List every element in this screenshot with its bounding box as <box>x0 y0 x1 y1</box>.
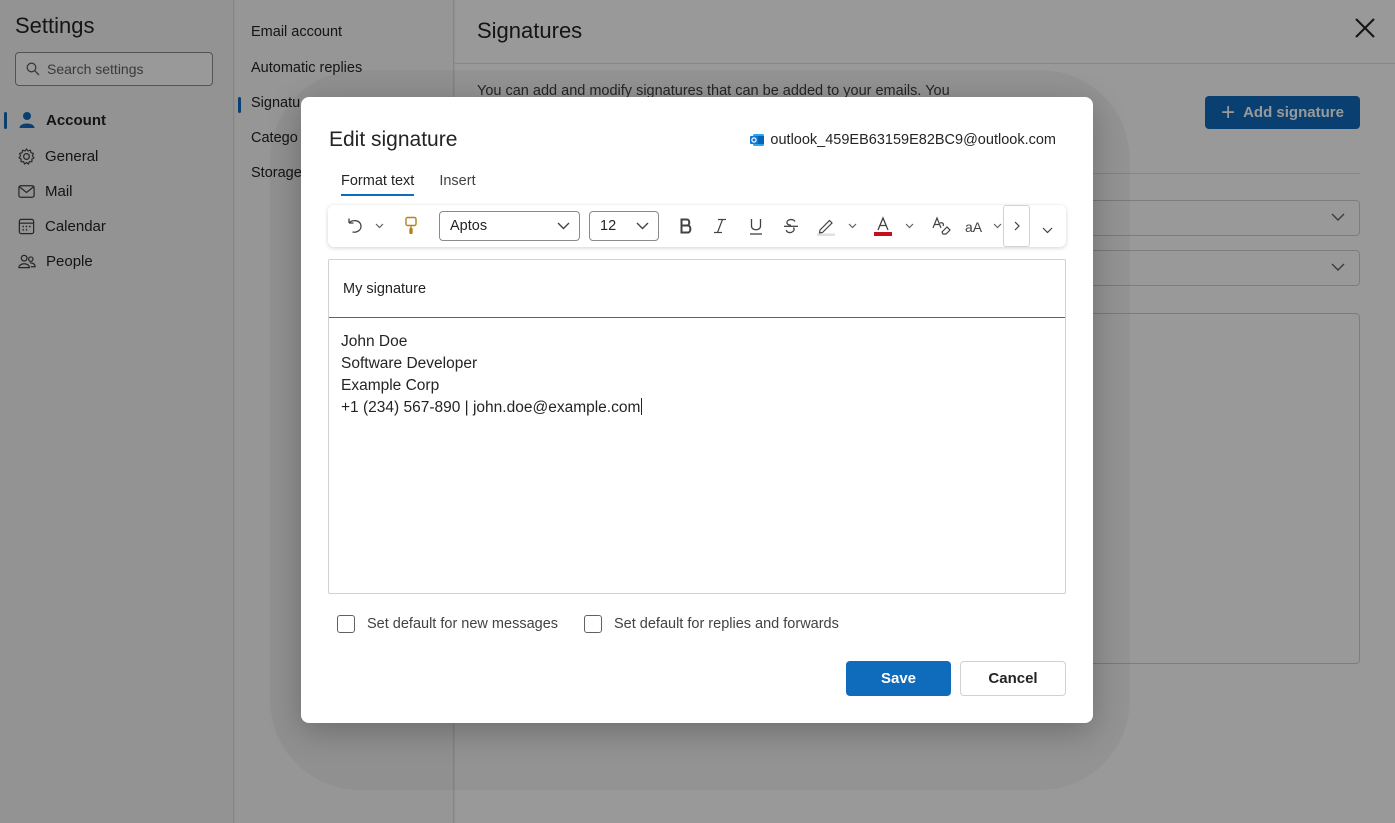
bold-icon <box>680 218 692 234</box>
highlight-button[interactable] <box>814 214 838 238</box>
underline-button[interactable] <box>745 214 767 238</box>
chevron-down-icon <box>905 223 913 229</box>
default-new-messages-label: Set default for new messages <box>367 616 559 632</box>
save-button[interactable]: Save <box>846 661 951 696</box>
signature-line-with-caret: +1 (234) 567-890 | john.doe@example.com <box>341 397 643 419</box>
font-color-button[interactable] <box>871 214 895 238</box>
chevron-down-icon <box>993 223 1001 229</box>
font-family-value: Aptos <box>450 218 488 234</box>
change-case-dropdown-button[interactable] <box>991 214 1003 238</box>
signature-line: +1 (234) 567-890 | john.doe@example.com <box>341 399 641 416</box>
change-case-button[interactable]: aA <box>962 214 988 238</box>
undo-button[interactable] <box>344 214 366 238</box>
outlook-icon <box>750 134 765 146</box>
font-color-icon <box>874 216 892 236</box>
italic-icon <box>714 218 726 234</box>
strikethrough-button[interactable] <box>780 214 802 238</box>
toolbar-expand-button[interactable] <box>1039 218 1055 242</box>
text-caret <box>641 398 643 415</box>
format-painter-button[interactable] <box>400 214 422 238</box>
clear-formatting-icon <box>932 216 951 235</box>
chevron-down-icon <box>1042 227 1052 233</box>
signature-editor: My signature John Doe Software Developer… <box>328 259 1066 594</box>
default-replies-label: Set default for replies and forwards <box>614 616 839 632</box>
chevron-down-icon <box>557 222 570 230</box>
change-case-icon: aA <box>965 219 983 234</box>
signature-line: John Doe <box>341 333 408 350</box>
signature-line: Example Corp <box>341 377 440 394</box>
italic-button[interactable] <box>709 214 731 238</box>
chevron-down-icon <box>375 223 383 229</box>
default-replies-option[interactable]: Set default for replies and forwards <box>584 615 839 633</box>
dialog-title: Edit signature <box>329 128 458 151</box>
default-new-messages-checkbox[interactable] <box>337 615 355 633</box>
default-new-messages-option[interactable]: Set default for new messages <box>337 615 558 633</box>
default-replies-checkbox[interactable] <box>584 615 602 633</box>
tab-insert[interactable]: Insert <box>439 173 475 196</box>
tab-format-text[interactable]: Format text <box>341 173 415 196</box>
more-options-button[interactable] <box>1003 205 1030 247</box>
strikethrough-icon <box>784 218 798 234</box>
underline-icon <box>750 218 762 235</box>
font-family-select[interactable]: Aptos <box>439 211 580 241</box>
cancel-button[interactable]: Cancel <box>960 661 1066 696</box>
chevron-down-icon <box>636 222 649 230</box>
font-color-dropdown-button[interactable] <box>902 214 916 238</box>
format-painter-icon <box>405 216 417 234</box>
undo-icon <box>348 218 362 233</box>
dialog-tabs: Format text Insert <box>341 173 501 196</box>
font-size-value: 12 <box>600 218 617 234</box>
format-toolbar: Aptos 12 aA <box>328 205 1066 247</box>
edit-signature-dialog: Edit signature outlook_459EB63159E82BC9@… <box>301 97 1093 723</box>
svg-text:aA: aA <box>965 219 983 234</box>
bold-button[interactable] <box>675 214 697 238</box>
clear-formatting-button[interactable] <box>929 214 953 238</box>
highlight-dropdown-button[interactable] <box>845 214 859 238</box>
signature-body-editor[interactable]: John Doe Software Developer Example Corp… <box>341 331 643 419</box>
chevron-right-icon <box>1014 221 1020 231</box>
signature-name-input[interactable]: My signature <box>329 260 1065 318</box>
highlighter-icon <box>817 219 835 236</box>
font-size-select[interactable]: 12 <box>589 211 659 241</box>
chevron-down-icon <box>848 223 856 229</box>
account-indicator: outlook_459EB63159E82BC9@outlook.com <box>749 132 1056 148</box>
account-email: outlook_459EB63159E82BC9@outlook.com <box>770 132 1056 148</box>
signature-line: Software Developer <box>341 355 478 372</box>
undo-dropdown-button[interactable] <box>372 214 386 238</box>
